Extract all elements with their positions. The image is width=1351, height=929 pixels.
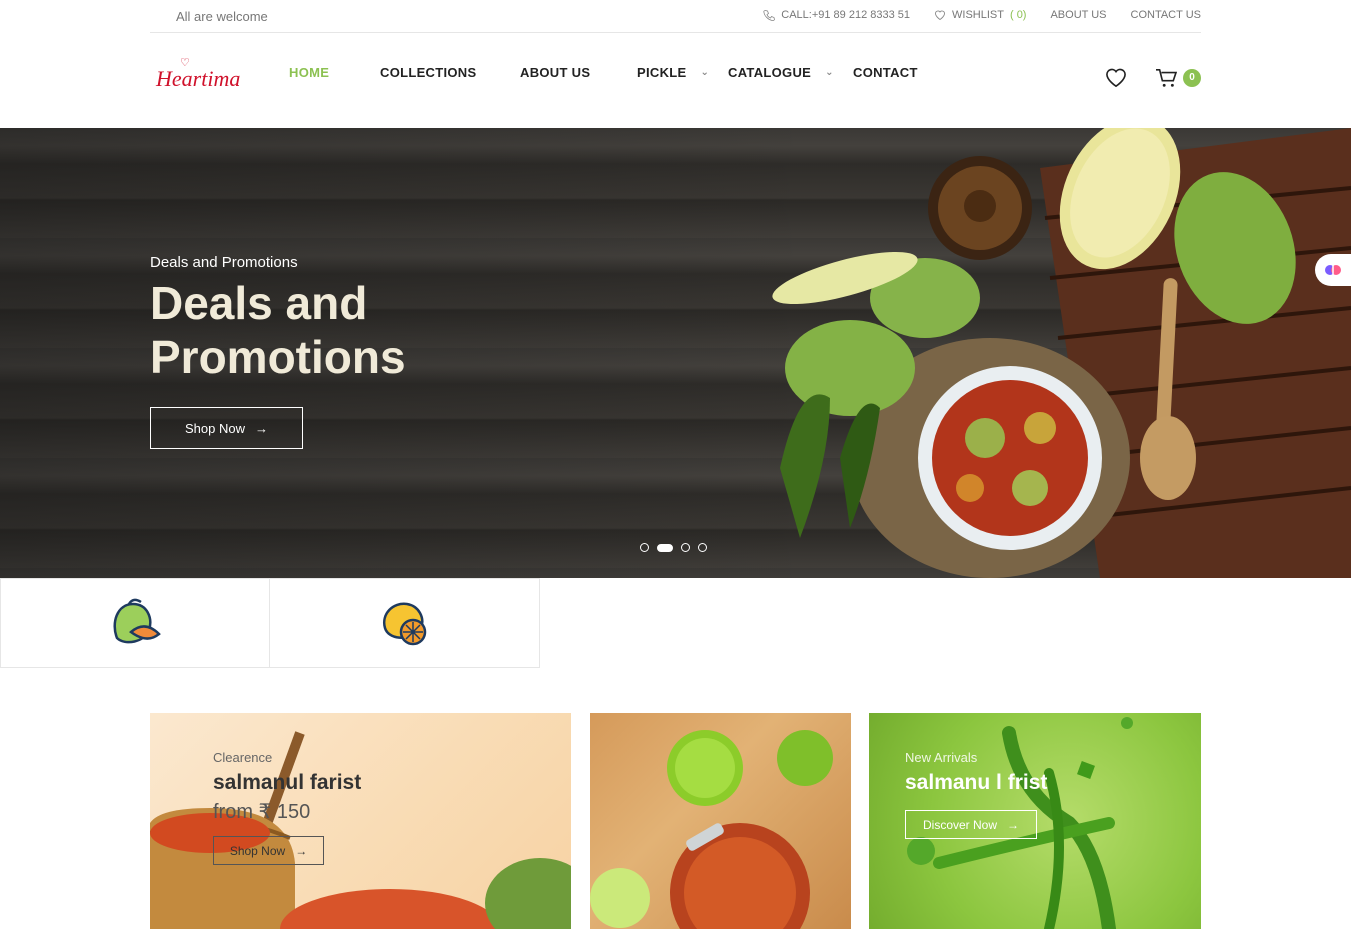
heart-icon: [935, 10, 945, 21]
wishlist-link[interactable]: WISHLIST ( 0): [934, 9, 1026, 21]
cart-count-badge: 0: [1183, 69, 1201, 87]
slider-dot-active[interactable]: [657, 543, 673, 552]
banner-title: salmanu l frist: [905, 771, 1048, 794]
slider-dots: [640, 543, 707, 552]
shop-now-button[interactable]: Shop Now →: [150, 407, 303, 449]
banner-price: from ₹ 150: [213, 801, 311, 823]
discover-now-button[interactable]: Discover Now →: [905, 810, 1037, 839]
pickle-bowl: [918, 366, 1102, 550]
category-tiles: [0, 578, 540, 668]
nav-collections[interactable]: COLLECTIONS: [380, 65, 476, 80]
wishlist-label: WISHLIST: [952, 9, 1004, 21]
main-header: ♡ Heartima HOME COLLECTIONS ABOUT US PIC…: [150, 34, 1201, 128]
cart-icon: [1156, 69, 1177, 87]
promo-banner-clearance[interactable]: Clearence salmanul farist from ₹ 150 Sho…: [150, 713, 571, 929]
nav-catalogue[interactable]: CATALOGUE ⌄: [728, 65, 834, 80]
nav-contact-label: CONTACT: [853, 64, 918, 80]
hero-slider: Deals and Promotions Deals and Promotion…: [0, 128, 1351, 578]
banner-shop-now-label: Shop Now: [229, 843, 286, 858]
lemon-icon: [382, 602, 426, 646]
arrow-right-icon: →: [1007, 817, 1019, 832]
wishlist-count: ( 0): [1009, 9, 1027, 21]
slider-dot[interactable]: [681, 543, 690, 552]
slider-dot[interactable]: [640, 543, 649, 552]
banner-shop-now-button[interactable]: Shop Now →: [213, 836, 324, 865]
pickle-jar: [928, 156, 1032, 260]
hero-title: Deals and Promotions: [150, 277, 406, 383]
promo-banner-new-arrivals[interactable]: New Arrivals salmanu l frist Discover No…: [869, 713, 1201, 929]
promo-banner-lime[interactable]: [590, 713, 851, 929]
top-bar: All are welcome CALL:+91 89 212 8333 51 …: [150, 0, 1201, 33]
nav-pickle[interactable]: PICKLE ⌄: [637, 65, 709, 80]
nav-contact[interactable]: CONTACT: [853, 65, 918, 80]
nav-about[interactable]: ABOUT US: [520, 65, 590, 80]
header-icons: 0: [1105, 68, 1201, 88]
shop-now-label: Shop Now: [185, 420, 245, 436]
logo-text: Heartima: [156, 66, 241, 91]
top-contact-link[interactable]: CONTACT US: [1131, 9, 1202, 21]
category-tile-lemon[interactable]: [270, 578, 540, 668]
call-text: CALL:+91 89 212 8333 51: [781, 9, 911, 21]
banner-subtitle: Clearence: [213, 750, 273, 765]
welcome-text: All are welcome: [176, 9, 268, 24]
nav-catalogue-label: CATALOGUE: [728, 64, 812, 80]
nav-home[interactable]: HOME: [289, 65, 329, 80]
slider-dot[interactable]: [698, 543, 707, 552]
mango-icon: [113, 598, 161, 644]
nav-about-label: ABOUT US: [520, 64, 591, 80]
top-about-link[interactable]: ABOUT US: [1050, 9, 1106, 21]
nav-pickle-label: PICKLE: [637, 64, 687, 80]
wishlist-heart-icon[interactable]: [1105, 68, 1127, 88]
discover-now-label: Discover Now: [922, 817, 997, 832]
phone-icon: [763, 10, 776, 21]
hero-subtitle: Deals and Promotions: [150, 254, 298, 271]
banner-title: salmanul farist: [213, 771, 362, 794]
arrow-right-icon: →: [254, 420, 268, 436]
floating-widget-button[interactable]: [1315, 254, 1351, 286]
nav-home-label: HOME: [289, 64, 330, 80]
chevron-down-icon: ⌄: [700, 66, 710, 78]
banner-subtitle: New Arrivals: [905, 750, 978, 765]
logo-heart-icon: ♡: [180, 57, 190, 69]
call-link[interactable]: CALL:+91 89 212 8333 51: [763, 9, 910, 21]
lime-pickle-image: [590, 730, 833, 929]
cart-button[interactable]: 0: [1155, 68, 1201, 88]
category-tile-mango[interactable]: [0, 578, 270, 668]
nav-collections-label: COLLECTIONS: [380, 64, 477, 80]
logo[interactable]: ♡ Heartima: [156, 57, 241, 92]
arrow-right-icon: →: [295, 843, 308, 858]
chevron-down-icon: ⌄: [825, 66, 834, 78]
brain-icon: [1325, 265, 1341, 275]
top-links: CALL:+91 89 212 8333 51 WISHLIST ( 0) AB…: [763, 9, 1201, 21]
